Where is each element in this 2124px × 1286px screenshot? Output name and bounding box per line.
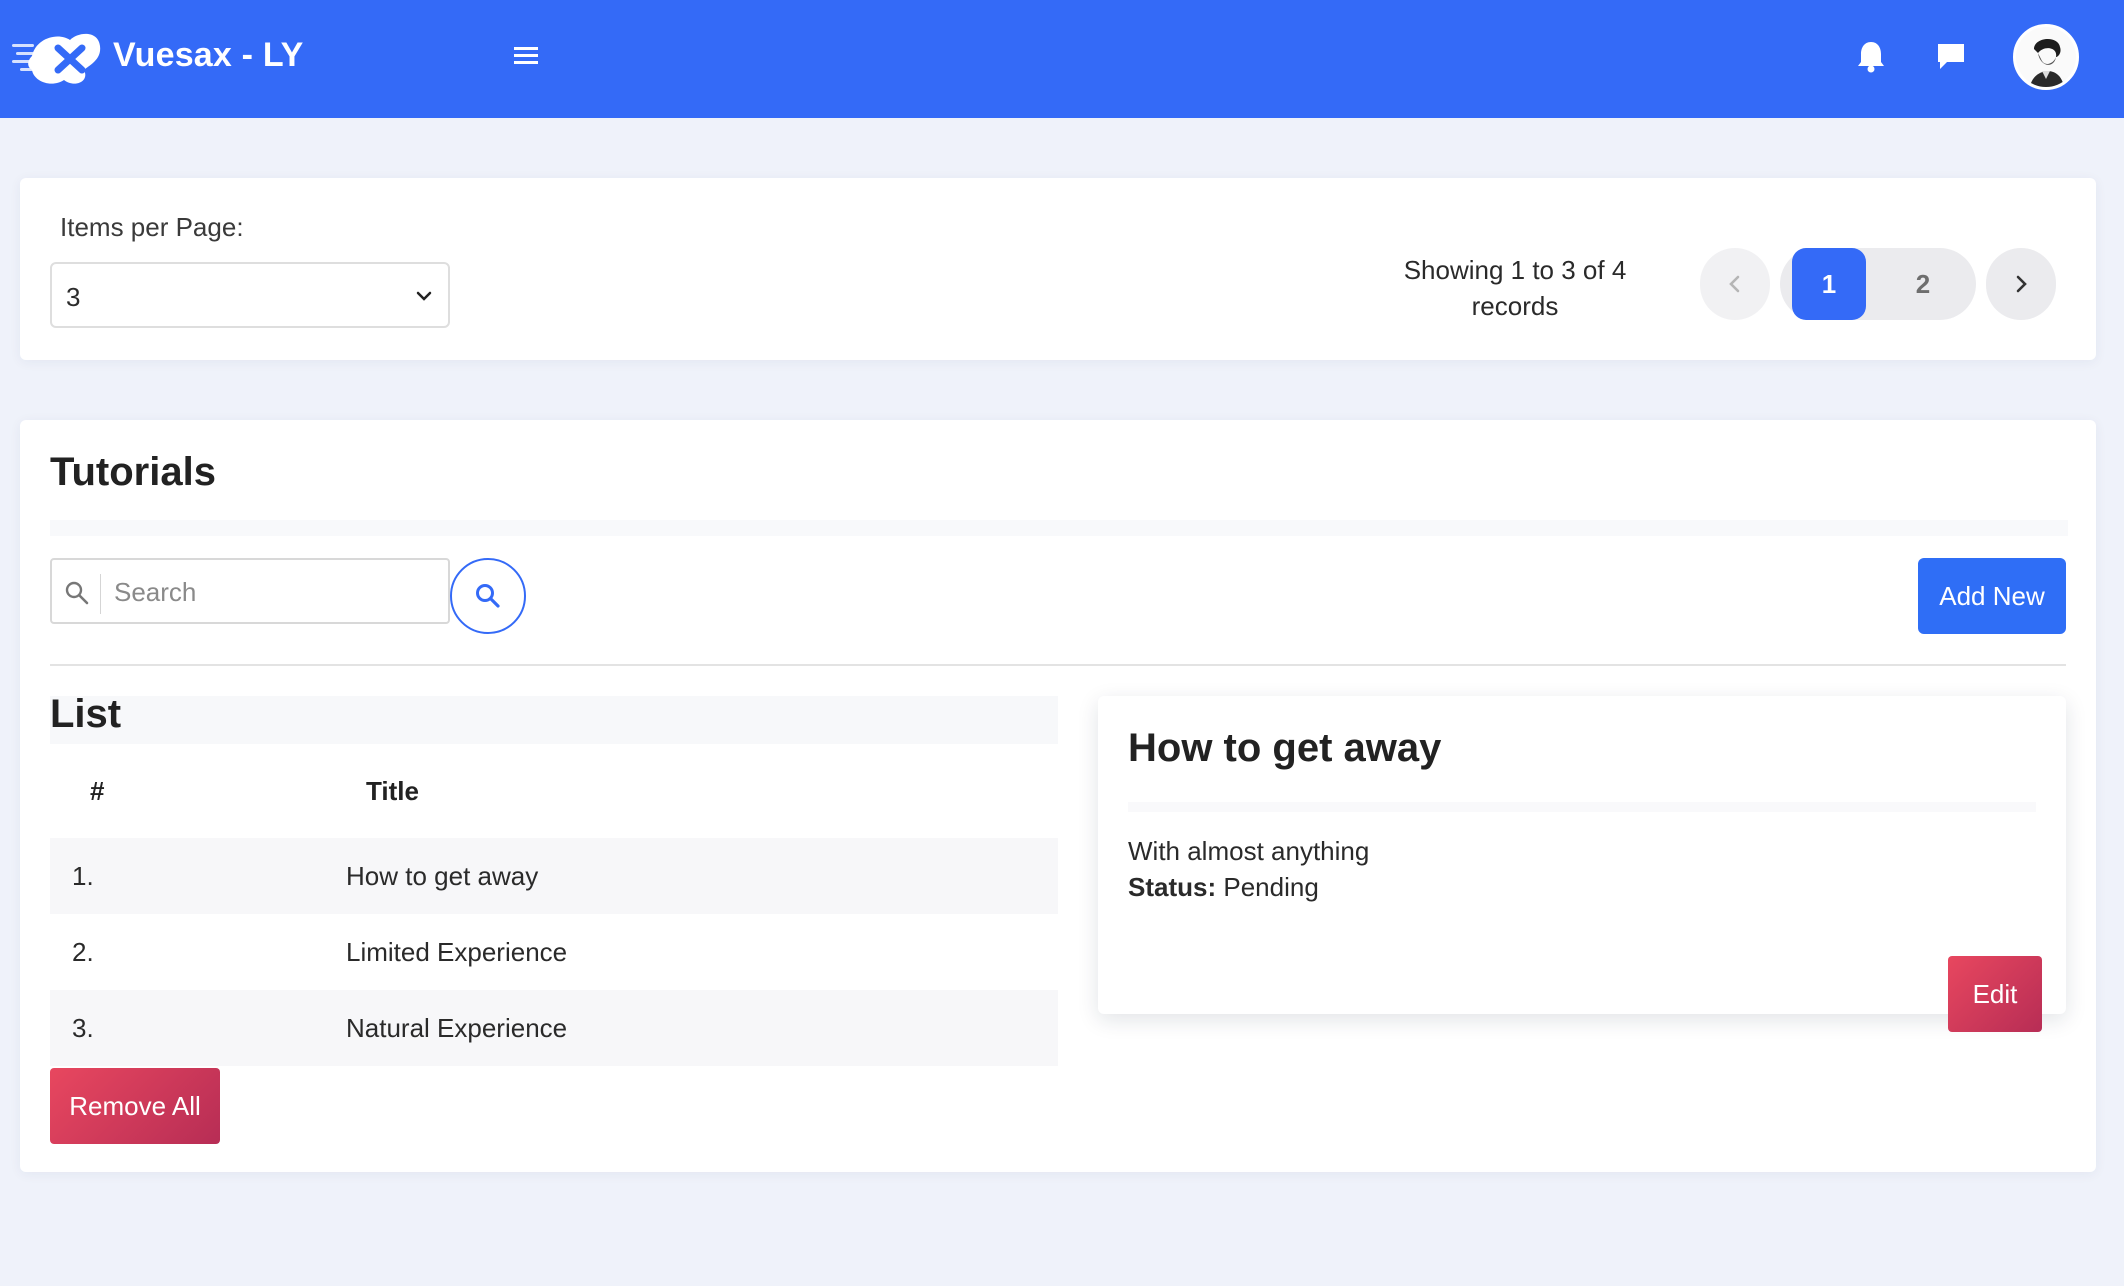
row-title: Natural Experience (346, 1012, 568, 1043)
items-per-page-label: Items per Page: (60, 212, 244, 242)
list-header-bg (50, 696, 1058, 744)
row-title: How to get away (346, 860, 539, 891)
edit-button[interactable]: Edit (1948, 956, 2042, 1032)
detail-status: Status: Pending (1128, 872, 1319, 903)
records-summary-line1: Showing 1 to 3 of 4 (1403, 255, 1627, 285)
tutorials-card: Tutorials Add New List # Title 1. How to… (20, 420, 2096, 1172)
table-row[interactable]: 3. Natural Experience (50, 990, 1058, 1066)
title-divider (50, 520, 2068, 536)
next-page-button[interactable] (1986, 248, 2056, 320)
column-header-title: Title (366, 776, 419, 806)
row-number: 1. (72, 860, 94, 891)
table-row[interactable]: 1. How to get away (50, 838, 1058, 914)
tutorial-detail-card: How to get away With almost anything Sta… (1098, 696, 2066, 1032)
section-divider (50, 664, 2066, 666)
chat-bubble-icon[interactable] (1934, 38, 1968, 74)
hamburger-menu-icon[interactable] (510, 40, 542, 72)
list-title: List (50, 692, 122, 736)
status-value: Pending (1223, 872, 1319, 902)
status-label: Status: (1128, 872, 1217, 902)
app-brand-title: Vuesax - LY (113, 36, 304, 74)
remove-all-button[interactable]: Remove All (50, 1068, 220, 1144)
search-separator (100, 574, 101, 614)
records-summary-line2: records (1471, 291, 1559, 321)
user-avatar[interactable] (2013, 24, 2079, 90)
row-number: 3. (72, 1012, 94, 1043)
page-2-button[interactable]: 2 (1892, 248, 1954, 320)
items-per-page-value: 3 (66, 282, 81, 312)
search-button[interactable] (450, 558, 526, 634)
chevron-left-icon (1729, 275, 1740, 293)
vuesax-logo-icon[interactable] (12, 26, 102, 88)
page-1-button[interactable]: 1 (1792, 248, 1866, 320)
page-title: Tutorials (50, 450, 216, 494)
items-per-page-select[interactable]: 3 (50, 262, 450, 328)
user-avatar-icon (2016, 27, 2076, 87)
records-summary: Showing 1 to 3 of 4 records (1350, 252, 1680, 324)
row-number: 2. (72, 936, 94, 967)
detail-divider (1128, 802, 2036, 812)
chevron-right-icon (2016, 275, 2027, 293)
pagination-card: Items per Page: 3 Showing 1 to 3 of 4 re… (20, 178, 2096, 360)
detail-description: With almost anything (1128, 836, 1370, 866)
bell-icon[interactable] (1854, 38, 1888, 74)
prev-page-button[interactable] (1700, 248, 1770, 320)
search-icon (65, 581, 89, 605)
search-icon (476, 584, 500, 608)
top-navbar: Vuesax - LY (0, 0, 2124, 118)
add-new-button[interactable]: Add New (1918, 558, 2066, 634)
row-title: Limited Experience (346, 936, 568, 967)
search-input[interactable] (114, 570, 434, 614)
chevron-down-icon (416, 291, 432, 301)
search-field[interactable] (50, 558, 450, 624)
column-header-number: # (90, 776, 105, 806)
detail-title: How to get away (1128, 726, 1442, 770)
table-row[interactable]: 2. Limited Experience (50, 914, 1058, 990)
